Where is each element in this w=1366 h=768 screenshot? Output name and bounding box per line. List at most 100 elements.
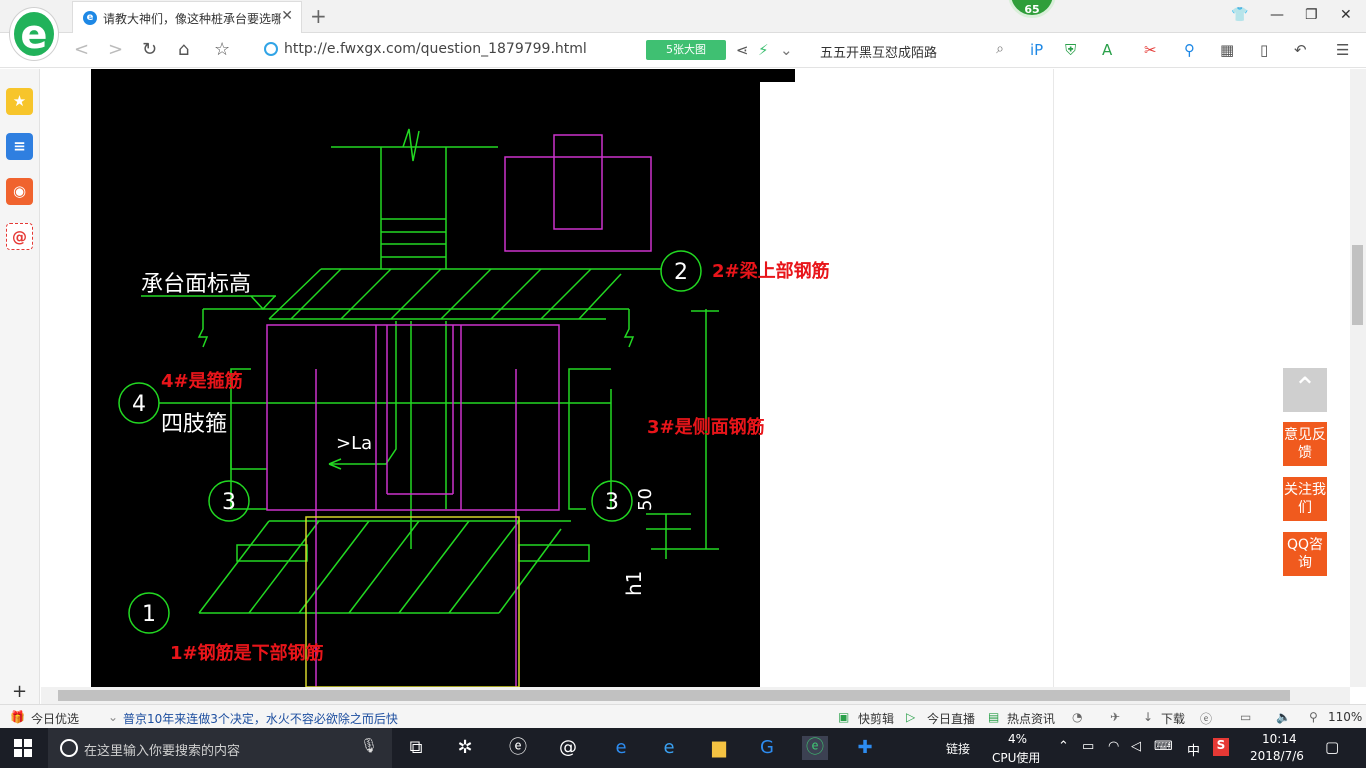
score-badge[interactable]: 65	[1008, 0, 1056, 18]
magnifier-icon[interactable]: ⚲	[1184, 41, 1195, 59]
cad-elevation-label: 承台面标高	[141, 272, 251, 297]
speed-icon[interactable]: ◔	[1072, 710, 1082, 724]
battery-icon[interactable]: ▭	[1082, 739, 1094, 754]
microphone-icon[interactable]: 🎙	[360, 738, 378, 754]
notification-icon[interactable]: ▢	[1325, 738, 1339, 756]
restore-button[interactable]: ❐	[1305, 7, 1318, 23]
shield-icon[interactable]: ⛨	[1065, 41, 1076, 59]
zoom-level[interactable]: 110%	[1328, 710, 1362, 724]
url-text: http://e.fwxgx.com/question_1879799.html	[284, 41, 587, 57]
mobile-icon[interactable]: ▯	[1260, 41, 1268, 59]
today-picks-link[interactable]: 今日优选	[31, 710, 79, 727]
tray-chevron-icon[interactable]: ⌃	[1058, 739, 1069, 754]
email-icon[interactable]: @	[6, 223, 33, 250]
browser-tab[interactable]: e 请教大神们，像这种桩承台要选哪 ✕	[72, 1, 302, 33]
link-label[interactable]: 链接	[946, 740, 970, 757]
cad-anchor-label: >La	[336, 433, 372, 454]
search-icon[interactable]: ⌕	[996, 41, 1004, 57]
reading-list-icon[interactable]: ≡	[6, 133, 33, 160]
hotnews-icon: ▤	[988, 710, 1000, 724]
shirt-icon[interactable]: 👕	[1231, 7, 1248, 23]
hotnews-link[interactable]: 热点资讯	[1007, 710, 1055, 727]
taskbar-search-placeholder: 在这里输入你要搜索的内容	[84, 744, 241, 759]
share-icon[interactable]: ⋖	[736, 41, 749, 59]
clock-time[interactable]: 10:14	[1262, 732, 1297, 746]
wifi-icon[interactable]: ◠	[1108, 739, 1119, 754]
favorites-star-icon[interactable]: ★	[6, 88, 33, 115]
ie-app-icon[interactable]: e	[656, 736, 682, 760]
cad-dim50-label: 50	[635, 488, 656, 511]
site-favicon-icon: e	[83, 11, 97, 25]
ie-mode-icon[interactable]: ⓔ	[1200, 710, 1212, 727]
add-sidebar-item-button[interactable]: +	[12, 681, 27, 702]
cad-stirrup-label: 四肢箍	[161, 412, 227, 437]
tab-title: 请教大神们，像这种桩承台要选哪	[103, 12, 281, 26]
news-ticker-link[interactable]: 普京10年来连做3个决定，水火不容必欲除之而后快	[123, 710, 398, 727]
close-tab-icon[interactable]: ✕	[281, 8, 293, 24]
refresh-button[interactable]: ↻	[142, 39, 157, 60]
vertical-scrollbar[interactable]	[1350, 69, 1366, 687]
cad-circle-3-right-label: 3	[605, 490, 619, 515]
back-to-top-button[interactable]: ⌃	[1283, 368, 1327, 412]
volume-icon[interactable]: 🔈	[1276, 710, 1291, 724]
lightning-icon[interactable]: ⚡	[758, 41, 769, 59]
address-bar[interactable]: http://e.fwxgx.com/question_1879799.html	[262, 39, 642, 61]
undo-icon[interactable]: ↶	[1294, 41, 1307, 59]
download-link[interactable]: 下载	[1161, 710, 1185, 727]
360-browser-app-icon[interactable]: ⓔ	[505, 736, 531, 760]
cad-circle-3-left-label: 3	[222, 490, 236, 515]
360-active-app-icon[interactable]: ⓔ	[802, 736, 828, 760]
edge-app-icon[interactable]: e	[608, 736, 634, 760]
taskbar-search[interactable]: 在这里输入你要搜索的内容 🎙	[48, 728, 392, 768]
g-app-icon[interactable]: G	[754, 736, 780, 760]
secure-globe-icon	[264, 42, 278, 56]
cad-circle-2-label: 2	[674, 260, 688, 285]
clock-date[interactable]: 2018/7/6	[1250, 749, 1304, 763]
cpu-label: CPU使用	[992, 751, 1041, 765]
home-button[interactable]: ⌂	[178, 39, 189, 60]
window-icon[interactable]: ▭	[1240, 710, 1251, 724]
back-button[interactable]: <	[74, 39, 89, 60]
blue-app-icon[interactable]: ✚	[852, 736, 878, 760]
status-bar: 🎁 今日优选 ⌄ 普京10年来连做3个决定，水火不容必欲除之而后快 ▣ 快剪辑 …	[0, 704, 1366, 728]
zoom-icon: ⚲	[1309, 710, 1318, 724]
quickclip-link[interactable]: 快剪辑	[858, 710, 894, 727]
search-text: 五五开黑互怼成陌路	[820, 46, 938, 61]
qq-consult-button[interactable]: QQ咨询	[1283, 532, 1327, 576]
browser-logo-icon[interactable]: e	[10, 8, 58, 60]
new-tab-button[interactable]: +	[310, 4, 327, 28]
pinwheel-app-icon[interactable]: ✲	[452, 736, 478, 760]
horizontal-scroll-thumb[interactable]	[58, 690, 1290, 701]
menu-icon[interactable]: ☰	[1336, 41, 1349, 59]
annotation-3: 3#是侧面钢筋	[647, 417, 765, 438]
keyboard-icon[interactable]: ⌨	[1154, 739, 1173, 754]
translate-icon[interactable]: A	[1102, 41, 1112, 59]
spiral-app-icon[interactable]: @	[555, 736, 581, 760]
download-icon: ↓	[1143, 710, 1154, 724]
pin-icon[interactable]: ✈	[1110, 710, 1120, 724]
search-box[interactable]: 五五开黑互怼成陌路 ⌕	[812, 38, 1008, 62]
taskbar: 在这里输入你要搜索的内容 🎙 ⧉ ✲ ⓔ @ e e ▆ G ⓔ ✚ 链接 4%…	[0, 728, 1366, 768]
forward-button[interactable]: >	[108, 39, 123, 60]
scissors-icon[interactable]: ✂	[1144, 41, 1157, 59]
feedback-button[interactable]: 意见反馈	[1283, 422, 1327, 466]
cad-h1-label: h1	[622, 571, 646, 596]
minimize-button[interactable]: —	[1270, 7, 1284, 23]
weibo-icon[interactable]: ◉	[6, 178, 33, 205]
file-explorer-icon[interactable]: ▆	[706, 736, 732, 760]
sogou-icon[interactable]: S	[1213, 738, 1229, 756]
live-link[interactable]: 今日直播	[927, 710, 975, 727]
ip-icon[interactable]: iP	[1030, 41, 1043, 59]
windows-start-button[interactable]	[14, 739, 32, 757]
apps-icon[interactable]: ▦	[1220, 41, 1234, 59]
ime-indicator[interactable]: 中	[1187, 740, 1200, 759]
big-image-button[interactable]: 5张大图	[646, 40, 726, 60]
chevron-down-icon[interactable]: ⌄	[780, 41, 793, 59]
speaker-icon[interactable]: ◁	[1131, 739, 1141, 754]
annotation-2: 2#梁上部钢筋	[712, 261, 830, 282]
follow-us-button[interactable]: 关注我们	[1283, 477, 1327, 521]
close-window-button[interactable]: ✕	[1340, 7, 1352, 23]
task-view-icon[interactable]: ⧉	[403, 736, 429, 760]
favorite-star-button[interactable]: ☆	[214, 39, 230, 60]
vertical-scroll-thumb[interactable]	[1352, 245, 1363, 325]
